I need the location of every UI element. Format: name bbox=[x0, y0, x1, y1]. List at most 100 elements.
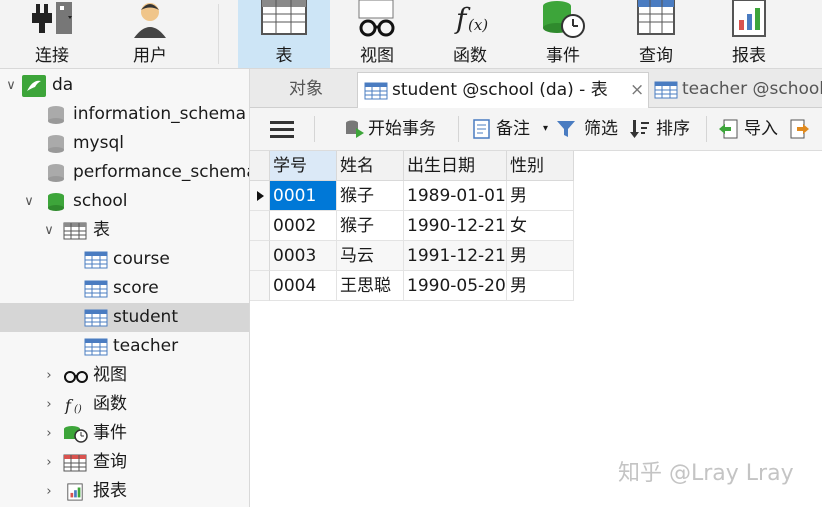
chevron-right-icon[interactable]: › bbox=[42, 477, 56, 506]
table-cell[interactable]: 0004 bbox=[270, 271, 337, 301]
table-button[interactable]: 表 bbox=[238, 0, 330, 68]
memo-icon bbox=[473, 119, 490, 139]
tree-group-functions[interactable]: › f() 函数 bbox=[0, 390, 249, 419]
function-icon: f (x) bbox=[454, 2, 488, 35]
event-label: 事件 bbox=[546, 46, 580, 66]
tree-connection-da[interactable]: ∨ da bbox=[0, 71, 249, 100]
chevron-right-icon[interactable]: › bbox=[42, 419, 56, 448]
begin-transaction-label: 开始事务 bbox=[368, 119, 436, 139]
table-cell[interactable]: 女 bbox=[507, 211, 574, 241]
navigation-tree: ∨ da information_schema mysql performanc… bbox=[0, 69, 250, 507]
table-label: course bbox=[113, 249, 170, 269]
memo-label: 备注 bbox=[496, 119, 530, 139]
table-cell[interactable]: 马云 bbox=[337, 241, 404, 271]
chevron-down-icon[interactable]: ▾ bbox=[543, 108, 548, 150]
table-icon bbox=[84, 309, 108, 327]
sort-button[interactable]: 排序 bbox=[630, 108, 700, 150]
row-selector[interactable] bbox=[250, 241, 270, 271]
tree-group-views[interactable]: › 视图 bbox=[0, 361, 249, 390]
table-cell[interactable]: 1991-12-21 bbox=[404, 241, 507, 271]
sort-icon bbox=[630, 120, 649, 138]
chevron-right-icon[interactable]: › bbox=[42, 448, 56, 477]
chevron-right-icon[interactable]: › bbox=[42, 390, 56, 419]
tree-db-school[interactable]: ∨ school bbox=[0, 187, 249, 216]
column-header[interactable]: 出生日期 bbox=[404, 151, 507, 181]
event-icon bbox=[543, 1, 585, 38]
table-cell[interactable]: 男 bbox=[507, 241, 574, 271]
view-button[interactable]: 视图 bbox=[335, 0, 419, 68]
tree-group-tables[interactable]: ∨ 表 bbox=[0, 216, 249, 245]
column-header[interactable]: 性别 bbox=[507, 151, 574, 181]
menu-button[interactable] bbox=[268, 108, 298, 150]
tree-table-score[interactable]: score bbox=[0, 274, 249, 303]
table-cell[interactable]: 0002 bbox=[270, 211, 337, 241]
table-cell[interactable]: 男 bbox=[507, 181, 574, 211]
database-icon bbox=[48, 135, 64, 153]
table-cell[interactable]: 1990-05-20 bbox=[404, 271, 507, 301]
database-icon bbox=[48, 164, 64, 182]
group-label: 视图 bbox=[93, 365, 127, 385]
tab-objects-label: 对象 bbox=[289, 79, 323, 99]
tree-table-teacher[interactable]: teacher bbox=[0, 332, 249, 361]
tab-student[interactable]: student @school (da) - 表 × bbox=[357, 72, 649, 109]
database-icon bbox=[48, 193, 64, 211]
svg-text:(): () bbox=[74, 404, 82, 414]
chevron-right-icon[interactable]: › bbox=[42, 361, 56, 390]
function-button[interactable]: f (x) 函数 bbox=[428, 0, 512, 68]
import-button[interactable]: 导入 bbox=[718, 108, 788, 150]
table-icon bbox=[364, 82, 388, 100]
view-label: 视图 bbox=[360, 46, 394, 66]
row-selector[interactable] bbox=[250, 271, 270, 301]
db-label: performance_schema bbox=[73, 162, 250, 182]
report-button[interactable]: 报表 bbox=[707, 0, 791, 68]
begin-transaction-button[interactable]: 开始事务 bbox=[344, 108, 448, 150]
connection-label: da bbox=[52, 75, 74, 95]
column-header[interactable]: 学号 bbox=[270, 151, 337, 181]
export-button[interactable] bbox=[790, 108, 822, 150]
column-header[interactable]: 姓名 bbox=[337, 151, 404, 181]
row-selector[interactable] bbox=[250, 181, 270, 211]
plug-icon bbox=[32, 2, 72, 34]
table-cell[interactable]: 猴子 bbox=[337, 211, 404, 241]
filter-button[interactable]: 筛选 bbox=[556, 108, 626, 150]
data-grid: 学号 姓名 出生日期 性别 0001 猴子 1989-01-01 男 0002 … bbox=[250, 151, 822, 507]
memo-button[interactable]: 备注 ▾ bbox=[472, 108, 552, 150]
main-toolbar: 连接 用户 表 视图 f (x) 函数 事件 查询 报表 bbox=[0, 0, 822, 69]
grid-corner bbox=[250, 151, 270, 181]
svg-text:(x): (x) bbox=[468, 16, 488, 34]
toolbar-divider bbox=[218, 4, 219, 64]
tree-db-information-schema[interactable]: information_schema bbox=[0, 100, 249, 129]
tree-group-events[interactable]: › 事件 bbox=[0, 419, 249, 448]
transaction-icon bbox=[346, 120, 364, 138]
table-cell[interactable]: 0001 bbox=[270, 181, 337, 211]
report-icon bbox=[67, 483, 83, 501]
tab-teacher[interactable]: teacher @school bbox=[648, 72, 822, 107]
import-icon bbox=[719, 119, 738, 139]
user-button[interactable]: 用户 bbox=[108, 0, 192, 68]
table-cell[interactable]: 王思聪 bbox=[337, 271, 404, 301]
table-cell[interactable]: 1989-01-01 bbox=[404, 181, 507, 211]
svg-text:f: f bbox=[64, 396, 74, 414]
event-button[interactable]: 事件 bbox=[521, 0, 605, 68]
close-icon[interactable]: × bbox=[630, 73, 644, 108]
chevron-down-icon[interactable]: ∨ bbox=[42, 216, 56, 245]
tree-db-mysql[interactable]: mysql bbox=[0, 129, 249, 158]
tree-table-student[interactable]: student bbox=[0, 303, 249, 332]
row-selector[interactable] bbox=[250, 211, 270, 241]
connect-button[interactable]: 连接 bbox=[12, 0, 92, 68]
table-cell[interactable]: 猴子 bbox=[337, 181, 404, 211]
table-cell[interactable]: 1990-12-21 bbox=[404, 211, 507, 241]
tree-group-reports[interactable]: › 报表 bbox=[0, 477, 249, 506]
tab-objects[interactable]: 对象 bbox=[256, 72, 356, 107]
chevron-down-icon[interactable]: ∨ bbox=[4, 71, 18, 100]
table-cell[interactable]: 0003 bbox=[270, 241, 337, 271]
chevron-down-icon[interactable]: ∨ bbox=[22, 187, 36, 216]
tree-db-performance-schema[interactable]: performance_schema bbox=[0, 158, 249, 187]
query-button[interactable]: 查询 bbox=[614, 0, 698, 68]
report-label: 报表 bbox=[732, 46, 766, 66]
table-toolbar: 开始事务 备注 ▾ 筛选 排序 导入 bbox=[250, 108, 822, 151]
tree-table-course[interactable]: course bbox=[0, 245, 249, 274]
tree-group-queries[interactable]: › 查询 bbox=[0, 448, 249, 477]
table-cell[interactable]: 男 bbox=[507, 271, 574, 301]
table-icon bbox=[654, 81, 678, 99]
